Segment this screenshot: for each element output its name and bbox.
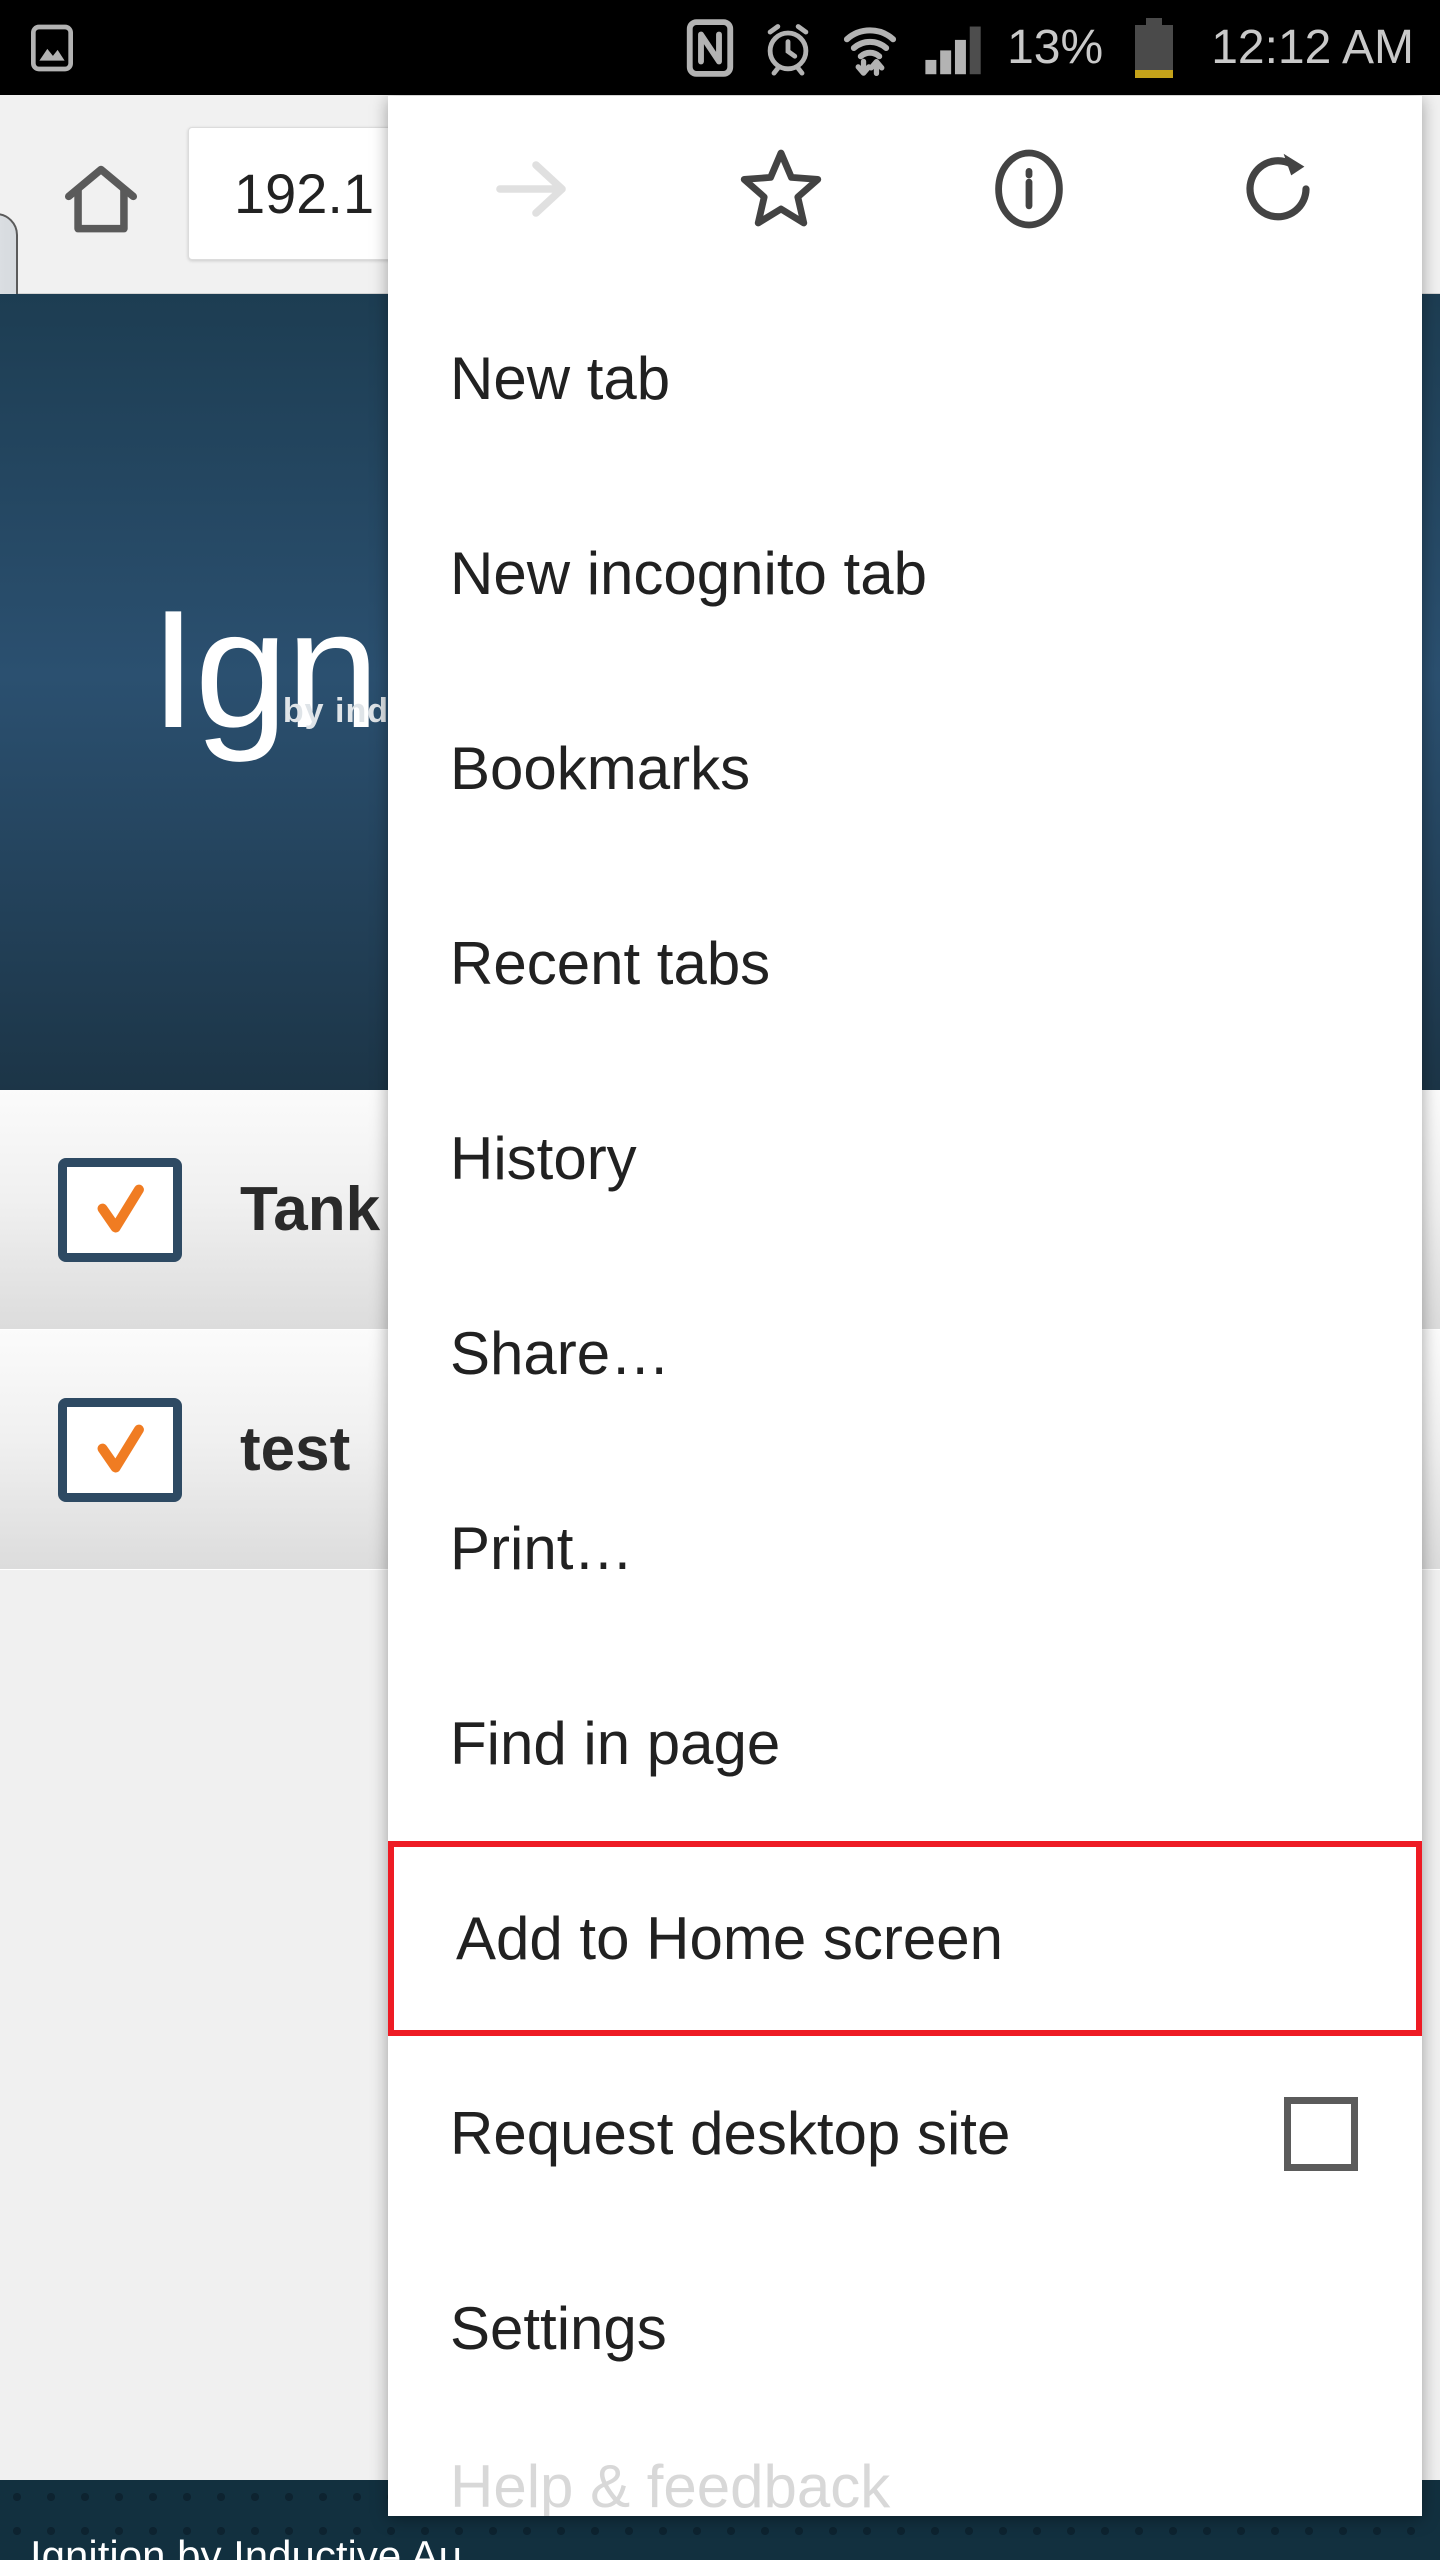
menu-item-share[interactable]: Share… [388,1256,1422,1451]
alarm-clock-icon [759,19,817,77]
request-desktop-site-checkbox[interactable] [1284,2096,1358,2171]
menu-item-help-and-feedback[interactable]: Help & feedback [388,2426,1422,2517]
menu-item-label: Help & feedback [450,2452,891,2517]
menu-header-row [388,96,1422,281]
list-item-label: Tank [240,1175,381,1244]
menu-item-recent-tabs[interactable]: Recent tabs [388,866,1422,1061]
nfc-icon [683,18,737,78]
wifi-transfer-icon [839,18,901,78]
menu-item-label: Request desktop site [450,2100,1011,2167]
android-status-bar: 13% 12:12 AM [0,0,1440,95]
menu-item-history[interactable]: History [388,1061,1422,1256]
list-item-label: test [240,1415,351,1484]
menu-item-print[interactable]: Print… [388,1451,1422,1646]
battery-percent-label: 13% [1007,20,1104,74]
clock-label: 12:12 AM [1211,20,1414,74]
menu-item-label: Find in page [450,1710,781,1777]
menu-item-label: Share… [450,1320,671,1387]
menu-item-label: New incognito tab [450,540,927,607]
menu-item-label: Settings [450,2295,667,2362]
checkbox-checked-icon[interactable] [58,1157,182,1262]
home-icon[interactable] [58,157,144,248]
reload-icon[interactable] [1203,114,1353,264]
menu-item-bookmarks[interactable]: Bookmarks [388,671,1422,866]
footer-copyright-line1: Ignition by Inductive Au [30,2532,462,2560]
menu-item-find-in-page[interactable]: Find in page [388,1646,1422,1841]
menu-item-label: Print… [450,1515,634,1582]
battery-icon [1135,17,1174,78]
checkbox-checked-icon[interactable] [58,1397,182,1502]
menu-item-label: New tab [450,345,671,412]
menu-item-label: Bookmarks [450,735,751,802]
forward-arrow-icon[interactable] [457,114,607,264]
bookmark-star-icon[interactable] [706,114,856,264]
status-bar-right-icons: 13% 12:12 AM [683,17,1414,78]
menu-item-new-incognito-tab[interactable]: New incognito tab [388,476,1422,671]
cellular-signal-icon [923,19,985,77]
url-text: 192.1 [234,162,375,225]
menu-item-new-tab[interactable]: New tab [388,281,1422,476]
menu-item-label: Recent tabs [450,930,771,997]
browser-overflow-menu: New tab New incognito tab Bookmarks Rece… [388,96,1422,2516]
menu-item-request-desktop-site[interactable]: Request desktop site [388,2036,1422,2231]
page-info-icon[interactable] [954,114,1104,264]
ignition-logo: Igni by indu [150,585,415,753]
status-bar-left-icons [24,20,683,76]
menu-item-label: Add to Home screen [456,1905,1003,1972]
menu-item-add-to-home-screen[interactable]: Add to Home screen [388,1841,1422,2036]
menu-item-label: History [450,1125,637,1192]
screenshot-image-icon [24,20,80,76]
menu-item-settings[interactable]: Settings [388,2231,1422,2426]
